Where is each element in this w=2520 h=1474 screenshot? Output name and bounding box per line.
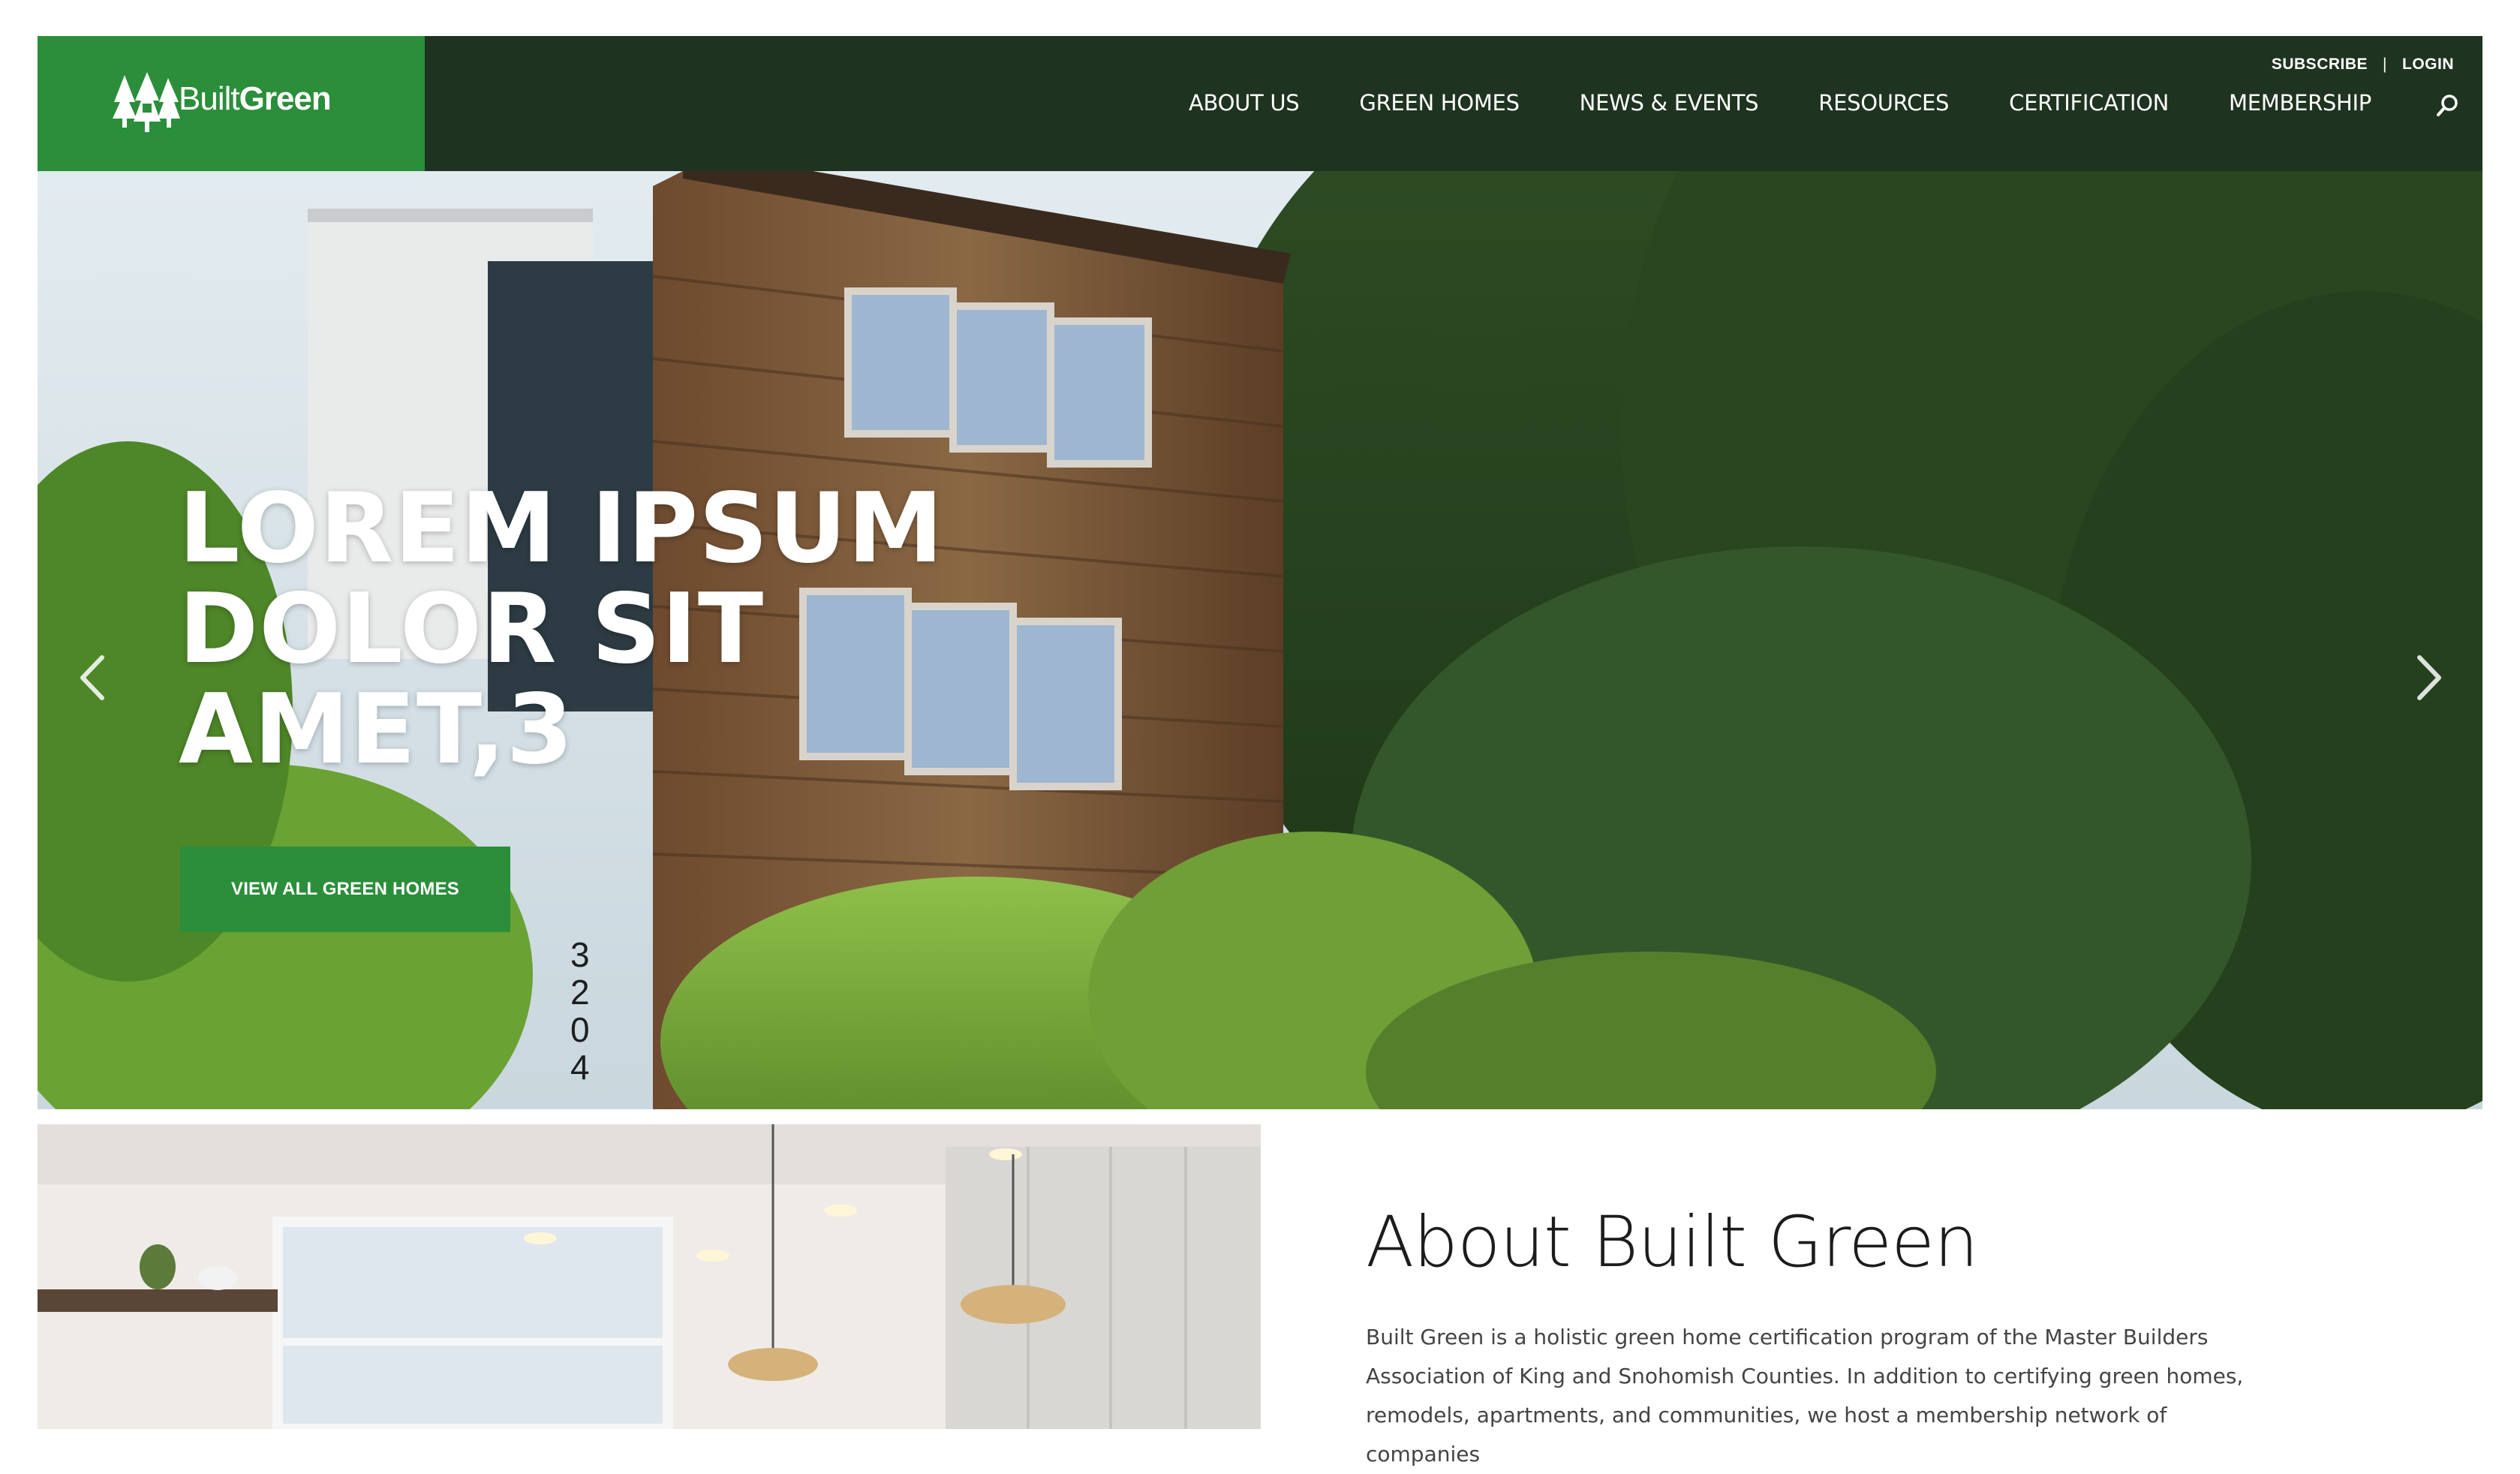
about-body: Built Green is a holistic green home cer… <box>1366 1325 2244 1466</box>
nav-item-green-homes[interactable]: GREEN HOMES <box>1359 90 1520 116</box>
brand-name: BuiltGreen <box>179 80 332 117</box>
utility-separator: | <box>2383 56 2387 73</box>
house-number-digit: 3 <box>570 935 590 974</box>
about-section: About Built Green Built Green is a holis… <box>1366 1201 2251 1474</box>
main-navigation: ABOUT US GREEN HOMES NEWS & EVENTS RESOU… <box>1189 90 2371 116</box>
about-image <box>38 1124 1261 1429</box>
house-number-digit: 2 <box>570 973 590 1012</box>
nav-item-about-us[interactable]: ABOUT US <box>1189 90 1300 116</box>
logo[interactable]: BuiltGreen <box>38 36 425 171</box>
nav-item-resources[interactable]: RESOURCES <box>1818 90 1949 116</box>
login-link[interactable]: LOGIN <box>2402 56 2454 74</box>
hero-carousel: 3 2 0 4 LOREM IPSUM DOLOR SIT AMET,3 VIE… <box>38 36 2482 1109</box>
tree-logo-icon <box>113 72 180 132</box>
nav-item-news-events[interactable]: NEWS & EVENTS <box>1580 90 1759 116</box>
site-header: BuiltGreen SUBSCRIBE | LOGIN ABOUT US GR… <box>38 36 2482 171</box>
search-icon[interactable] <box>2436 93 2460 117</box>
subscribe-link[interactable]: SUBSCRIBE <box>2272 56 2368 74</box>
utility-links: SUBSCRIBE | LOGIN <box>2272 56 2454 74</box>
kitchen-photo <box>38 1124 1261 1429</box>
house-number-digit: 4 <box>570 1048 590 1087</box>
brand-name-green: Green <box>239 80 332 117</box>
hero-headline-line: AMET,3 <box>179 674 574 786</box>
nav-item-membership[interactable]: MEMBERSHIP <box>2229 90 2371 116</box>
house-number-digit: 0 <box>570 1010 590 1049</box>
about-heading: About Built Green <box>1366 1202 1979 1283</box>
chevron-left-icon[interactable] <box>74 651 111 704</box>
hero-headline-line: DOLOR SIT <box>179 573 765 685</box>
view-all-green-homes-button[interactable]: VIEW ALL GREEN HOMES <box>180 847 510 932</box>
hero-headline-line: LOREM IPSUM <box>179 473 944 585</box>
hero-headline: LOREM IPSUM DOLOR SIT AMET,3 <box>179 479 1004 781</box>
brand-name-built: Built <box>179 80 240 117</box>
nav-item-certification[interactable]: CERTIFICATION <box>2009 90 2169 116</box>
chevron-right-icon[interactable] <box>2410 651 2448 704</box>
